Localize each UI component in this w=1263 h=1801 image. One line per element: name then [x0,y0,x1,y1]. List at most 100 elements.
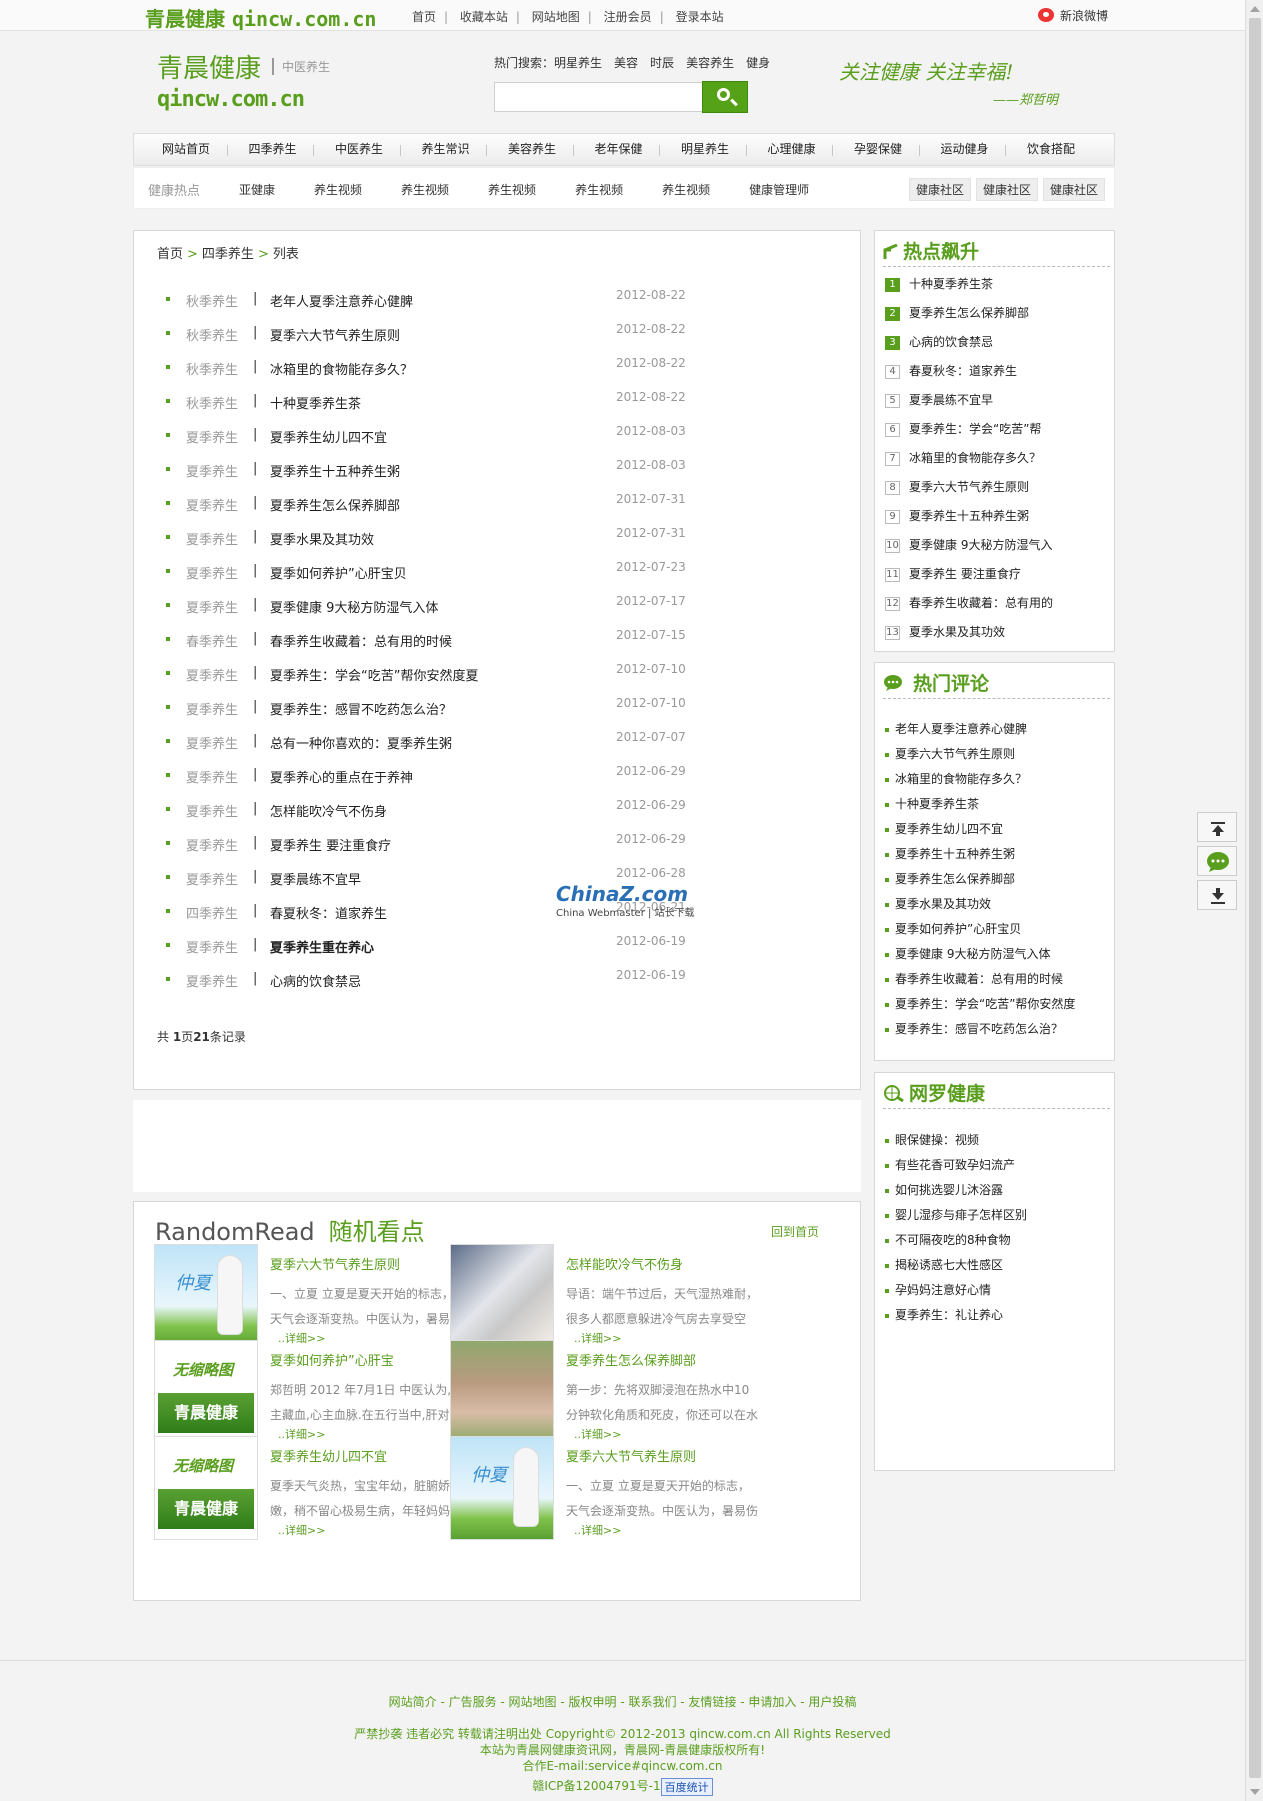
article-title[interactable]: 夏季养生：感冒不吃药怎么治？ [270,699,452,718]
random-card-more-link[interactable]: ..详细>> [278,1522,325,1538]
top-nav-sitemap[interactable]: 网站地图 [532,10,580,24]
random-card-title[interactable]: 夏季养生幼儿四不宜 [270,1446,387,1465]
article-title[interactable]: 夏季养心的重点在于养神 [270,767,413,786]
net-health-item[interactable]: 如何挑选婴儿沐浴露 [885,1181,1027,1206]
main-nav-item[interactable]: 孕婴保健 [832,134,919,165]
random-card-thumbnail[interactable] [450,1244,554,1348]
hot-term[interactable]: 明星养生 [554,56,602,70]
hot-comment-item[interactable]: 夏季养生：学会“吃苦”帮你安然度 [885,995,1075,1020]
search-button[interactable] [702,81,748,113]
article-title[interactable]: 夏季水果及其功效 [270,529,374,548]
net-health-item[interactable]: 有些花香可致孕妇流产 [885,1156,1027,1181]
net-health-item[interactable]: 不可隔夜吃的8种食物 [885,1231,1027,1256]
article-category[interactable]: 夏季养生 [186,529,238,548]
article-title[interactable]: 夏季晨练不宜早 [270,869,361,888]
random-card-title[interactable]: 夏季如何养护”心肝宝 [270,1350,394,1369]
hot-rising-item[interactable]: 1 十种夏季养生茶 [885,275,1053,304]
hot-comment-item[interactable]: 夏季养生：感冒不吃药怎么治？ [885,1020,1075,1045]
article-title[interactable]: 老年人夏季注意养心健脾 [270,291,413,310]
hot-comment-item[interactable]: 老年人夏季注意养心健脾 [885,720,1075,745]
hot-comment-item[interactable]: 十种夏季养生茶 [885,795,1075,820]
subnav-item[interactable]: 亚健康 [239,181,275,198]
hot-comment-item[interactable]: 夏季如何养护”心肝宝贝 [885,920,1075,945]
article-title[interactable]: 心病的饮食禁忌 [270,971,361,990]
main-nav-item[interactable]: 四季养生 [226,134,314,165]
article-title[interactable]: 夏季如何养护”心肝宝贝 [270,563,407,582]
main-nav-item[interactable]: 心理健康 [745,134,833,165]
top-nav-register[interactable]: 注册会员 [604,10,652,24]
top-nav-favorite[interactable]: 收藏本站 [460,10,508,24]
hot-term[interactable]: 美容 [614,56,638,70]
random-card-more-link[interactable]: ..详细>> [574,1522,621,1538]
subnav-item[interactable]: 养生视频 [488,181,536,198]
hot-term[interactable]: 健身 [746,56,770,70]
article-title[interactable]: 春夏秋冬：道家养生 [270,903,387,922]
main-nav-item[interactable]: 饮食搭配 [1005,134,1092,165]
footer-links[interactable]: 网站简介 - 广告服务 - 网站地图 - 版权申明 - 联系我们 - 友情链接 … [0,1693,1245,1710]
hot-comment-item[interactable]: 夏季养生怎么保养脚部 [885,870,1075,895]
article-category[interactable]: 夏季养生 [186,461,238,480]
hot-comment-item[interactable]: 春季养生收藏着：总有用的时候 [885,970,1075,995]
hot-comment-item[interactable]: 夏季养生幼儿四不宜 [885,820,1075,845]
article-title[interactable]: 夏季健康 9大秘方防湿气入体 [270,597,438,616]
breadcrumb-home[interactable]: 首页 [157,247,183,262]
hot-rising-item[interactable]: 2 夏季养生怎么保养脚部 [885,304,1053,333]
subnav-item[interactable]: 养生视频 [314,181,362,198]
hot-rising-item[interactable]: 8 夏季六大节气养生原则 [885,478,1053,507]
hot-rising-item[interactable]: 13 夏季水果及其功效 [885,623,1053,652]
article-category[interactable]: 四季养生 [186,903,238,922]
hot-comment-item[interactable]: 夏季健康 9大秘方防湿气入体 [885,945,1075,970]
article-category[interactable]: 夏季养生 [186,937,238,956]
article-category[interactable]: 夏季养生 [186,427,238,446]
hot-term[interactable]: 时辰 [650,56,674,70]
hot-rising-item[interactable]: 6 夏季养生：学会“吃苦”帮 [885,420,1053,449]
hot-comment-item[interactable]: 冰箱里的食物能存多久？ [885,770,1075,795]
article-category[interactable]: 秋季养生 [186,393,238,412]
article-title[interactable]: 怎样能吹冷气不伤身 [270,801,387,820]
random-card-title[interactable]: 夏季养生怎么保养脚部 [566,1350,696,1369]
article-title[interactable]: 冰箱里的食物能存多久？ [270,359,413,378]
article-title[interactable]: 夏季养生 要注重食疗 [270,835,391,854]
subnav-item[interactable]: 健康管理师 [749,181,809,198]
hot-rising-item[interactable]: 9 夏季养生十五种养生粥 [885,507,1053,536]
subnav-item[interactable]: 养生视频 [575,181,623,198]
article-category[interactable]: 夏季养生 [186,835,238,854]
net-health-item[interactable]: 揭秘诱惑七大性感区 [885,1256,1027,1281]
article-title[interactable]: 夏季养生重在养心 [270,937,374,956]
main-nav-item[interactable]: 老年保健 [572,134,660,165]
weibo-link[interactable]: 新浪微博 [1038,7,1108,24]
article-title[interactable]: 夏季养生幼儿四不宜 [270,427,387,446]
hot-term[interactable]: 美容养生 [686,56,734,70]
article-category[interactable]: 夏季养生 [186,699,238,718]
article-title[interactable]: 夏季六大节气养生原则 [270,325,400,344]
top-nav-home[interactable]: 首页 [412,10,436,24]
community-tag[interactable]: 健康社区 [1043,178,1106,201]
community-tag[interactable]: 健康社区 [909,178,972,201]
top-logo[interactable]: 青晨健康 qincw.com.cn [145,3,376,32]
random-card-title[interactable]: 怎样能吹冷气不伤身 [566,1254,683,1273]
baidu-stat-badge[interactable]: 百度统计 [660,1777,713,1796]
net-health-item[interactable]: 眼保健操：视频 [885,1131,1027,1156]
article-title[interactable]: 夏季养生十五种养生粥 [270,461,400,480]
community-tag[interactable]: 健康社区 [976,178,1039,201]
article-title[interactable]: 夏季养生怎么保养脚部 [270,495,400,514]
main-nav-item[interactable]: 中医养生 [313,134,400,165]
main-nav-item[interactable]: 明星养生 [659,134,746,165]
hot-comment-item[interactable]: 夏季养生十五种养生粥 [885,845,1075,870]
hot-rising-item[interactable]: 12 春季养生收藏着：总有用的 [885,594,1053,623]
main-nav-item[interactable]: 养生常识 [399,134,487,165]
net-health-item[interactable]: 婴儿湿疹与痱子怎样区别 [885,1206,1027,1231]
article-category[interactable]: 春季养生 [186,631,238,650]
net-health-item[interactable]: 孕妈妈注意好心情 [885,1281,1027,1306]
article-title[interactable]: 十种夏季养生茶 [270,393,361,412]
hot-rising-item[interactable]: 5 夏季晨练不宜早 [885,391,1053,420]
net-health-item[interactable]: 夏季养生：礼让养心 [885,1306,1027,1331]
random-card-thumbnail[interactable] [450,1340,554,1444]
article-category[interactable]: 夏季养生 [186,597,238,616]
scroll-top-button[interactable] [1197,812,1237,842]
top-nav-login[interactable]: 登录本站 [676,10,724,24]
article-category[interactable]: 秋季养生 [186,325,238,344]
subnav-item[interactable]: 养生视频 [662,181,710,198]
article-category[interactable]: 夏季养生 [186,971,238,990]
article-category[interactable]: 夏季养生 [186,733,238,752]
